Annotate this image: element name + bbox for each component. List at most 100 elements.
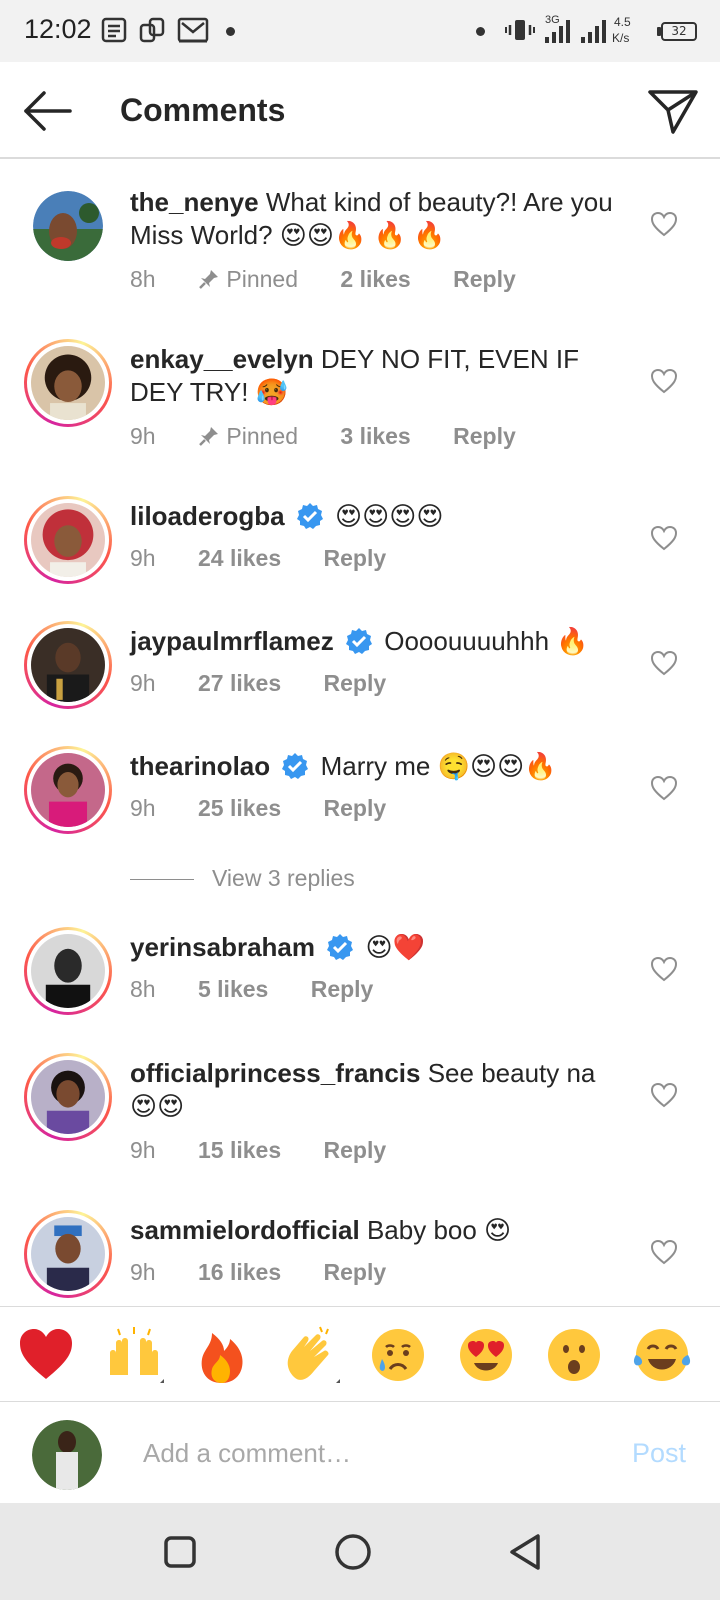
back-triangle-icon[interactable] xyxy=(504,1530,548,1574)
reaction-fire[interactable] xyxy=(192,1325,252,1385)
comment-username[interactable]: officialprincess_francis xyxy=(130,1058,420,1088)
avatar[interactable] xyxy=(24,927,112,1015)
gmail-icon xyxy=(177,17,209,43)
comment-body: officialprincess_francis See beauty na 😍… xyxy=(130,1057,620,1123)
comment-username[interactable]: enkay__evelyn xyxy=(130,344,314,374)
heart-outline-icon[interactable] xyxy=(650,211,678,237)
comment-username[interactable]: sammielordofficial xyxy=(130,1215,360,1245)
comment-time: 9h xyxy=(130,1137,156,1163)
verified-badge-icon xyxy=(282,753,309,779)
pinned-label: Pinned xyxy=(226,266,298,292)
reply-button[interactable]: Reply xyxy=(453,266,516,293)
reaction-surprised-face[interactable] xyxy=(544,1325,604,1385)
reaction-clapping-hands[interactable] xyxy=(280,1325,340,1385)
comment-meta: 9h 27 likes Reply xyxy=(130,670,386,697)
reaction-crying-face[interactable] xyxy=(368,1325,428,1385)
reply-button[interactable]: Reply xyxy=(324,795,387,822)
comment-time: 9h xyxy=(130,670,156,696)
comment-username[interactable]: liloaderogba xyxy=(130,501,285,531)
heart-outline-icon[interactable] xyxy=(650,775,678,801)
comment-composer: Post xyxy=(0,1403,720,1503)
signal-icon-2 xyxy=(581,20,606,43)
comment-input[interactable] xyxy=(143,1433,593,1473)
comment-time: 8h xyxy=(130,266,156,292)
reaction-heart-eyes[interactable] xyxy=(456,1325,516,1385)
view-replies-button[interactable]: View 3 replies xyxy=(130,865,355,892)
comments-list[interactable]: the_nenye What kind of beauty?! Are you … xyxy=(0,161,720,1306)
likes-count[interactable]: 25 likes xyxy=(198,795,281,822)
comment-body: sammielordofficial Baby boo 😍 xyxy=(130,1214,620,1247)
send-icon[interactable] xyxy=(646,84,700,138)
home-circle-icon[interactable] xyxy=(331,1530,375,1574)
comment-username[interactable]: jaypaulmrflamez xyxy=(130,626,334,656)
comment-meta: 8h Pinned 2 likes Reply xyxy=(130,266,516,293)
comment-username[interactable]: the_nenye xyxy=(130,187,259,217)
arrow-left-icon[interactable] xyxy=(20,84,74,138)
replies-divider xyxy=(130,879,194,881)
comment-body: liloaderogba 😍😍😍😍 xyxy=(130,500,620,533)
comment-text: Marry me 🤤😍😍🔥 xyxy=(320,751,557,781)
comment-meta: 9h 25 likes Reply xyxy=(130,795,386,822)
comment-time: 9h xyxy=(130,795,156,821)
reply-button[interactable]: Reply xyxy=(311,976,374,1003)
verified-badge-icon xyxy=(327,934,354,960)
reply-button[interactable]: Reply xyxy=(324,1137,387,1164)
pin-icon xyxy=(199,427,218,446)
post-button[interactable]: Post xyxy=(632,1438,686,1469)
comment-time: 9h xyxy=(130,1259,156,1285)
comment-meta: 9h 15 likes Reply xyxy=(130,1137,386,1164)
signal-icon xyxy=(545,20,570,43)
likes-count[interactable]: 2 likes xyxy=(340,266,410,293)
reply-button[interactable]: Reply xyxy=(324,670,387,697)
likes-count[interactable]: 16 likes xyxy=(198,1259,281,1286)
avatar[interactable] xyxy=(24,339,112,427)
verified-badge-icon xyxy=(296,503,323,529)
news-icon xyxy=(101,17,127,43)
avatar[interactable] xyxy=(24,496,112,584)
comment-meta: 9h 16 likes Reply xyxy=(130,1259,386,1286)
comment-body: thearinolao Marry me 🤤😍😍🔥 xyxy=(130,750,620,783)
comment-username[interactable]: yerinsabraham xyxy=(130,932,315,962)
comment-body: the_nenye What kind of beauty?! Are you … xyxy=(130,186,620,252)
avatar[interactable] xyxy=(24,621,112,709)
battery-icon: 32 xyxy=(661,22,697,41)
verified-badge-icon xyxy=(345,628,372,654)
likes-count[interactable]: 15 likes xyxy=(198,1137,281,1164)
heart-outline-icon[interactable] xyxy=(650,1239,678,1265)
heart-outline-icon[interactable] xyxy=(650,525,678,551)
comment-meta: 9h Pinned 3 likes Reply xyxy=(130,423,516,450)
avatar[interactable] xyxy=(24,1210,112,1298)
reply-button[interactable]: Reply xyxy=(453,423,516,450)
comment-text: 😍❤️ xyxy=(365,932,425,962)
notification-dot-right xyxy=(476,27,485,36)
avatar[interactable] xyxy=(33,191,103,261)
reaction-heart[interactable] xyxy=(16,1325,76,1385)
reaction-tears-of-joy[interactable] xyxy=(632,1325,692,1385)
likes-count[interactable]: 5 likes xyxy=(198,976,268,1003)
heart-outline-icon[interactable] xyxy=(650,368,678,394)
heart-outline-icon[interactable] xyxy=(650,956,678,982)
reply-button[interactable]: Reply xyxy=(324,1259,387,1286)
status-time: 12:02 xyxy=(24,14,92,44)
my-avatar xyxy=(32,1420,102,1490)
likes-count[interactable]: 27 likes xyxy=(198,670,281,697)
header: Comments xyxy=(0,62,720,159)
likes-count[interactable]: 24 likes xyxy=(198,545,281,572)
likes-count[interactable]: 3 likes xyxy=(340,423,410,450)
comment-meta: 8h 5 likes Reply xyxy=(130,976,373,1003)
page-title: Comments xyxy=(120,92,286,128)
heart-outline-icon[interactable] xyxy=(650,650,678,676)
avatar[interactable] xyxy=(24,1053,112,1141)
comment-time: 8h xyxy=(130,976,156,1002)
comment-body: enkay__evelyn DEY NO FIT, EVEN IF DEY TR… xyxy=(130,343,620,409)
heart-outline-icon[interactable] xyxy=(650,1082,678,1108)
recents-square-icon[interactable] xyxy=(158,1530,202,1574)
sync-icon xyxy=(139,17,165,43)
pin-icon xyxy=(199,270,218,289)
view-replies-label: View 3 replies xyxy=(212,865,355,891)
speed-value: 4.5 xyxy=(614,15,631,29)
reaction-raising-hands[interactable] xyxy=(104,1325,164,1385)
avatar[interactable] xyxy=(24,746,112,834)
comment-username[interactable]: thearinolao xyxy=(130,751,270,781)
reply-button[interactable]: Reply xyxy=(324,545,387,572)
